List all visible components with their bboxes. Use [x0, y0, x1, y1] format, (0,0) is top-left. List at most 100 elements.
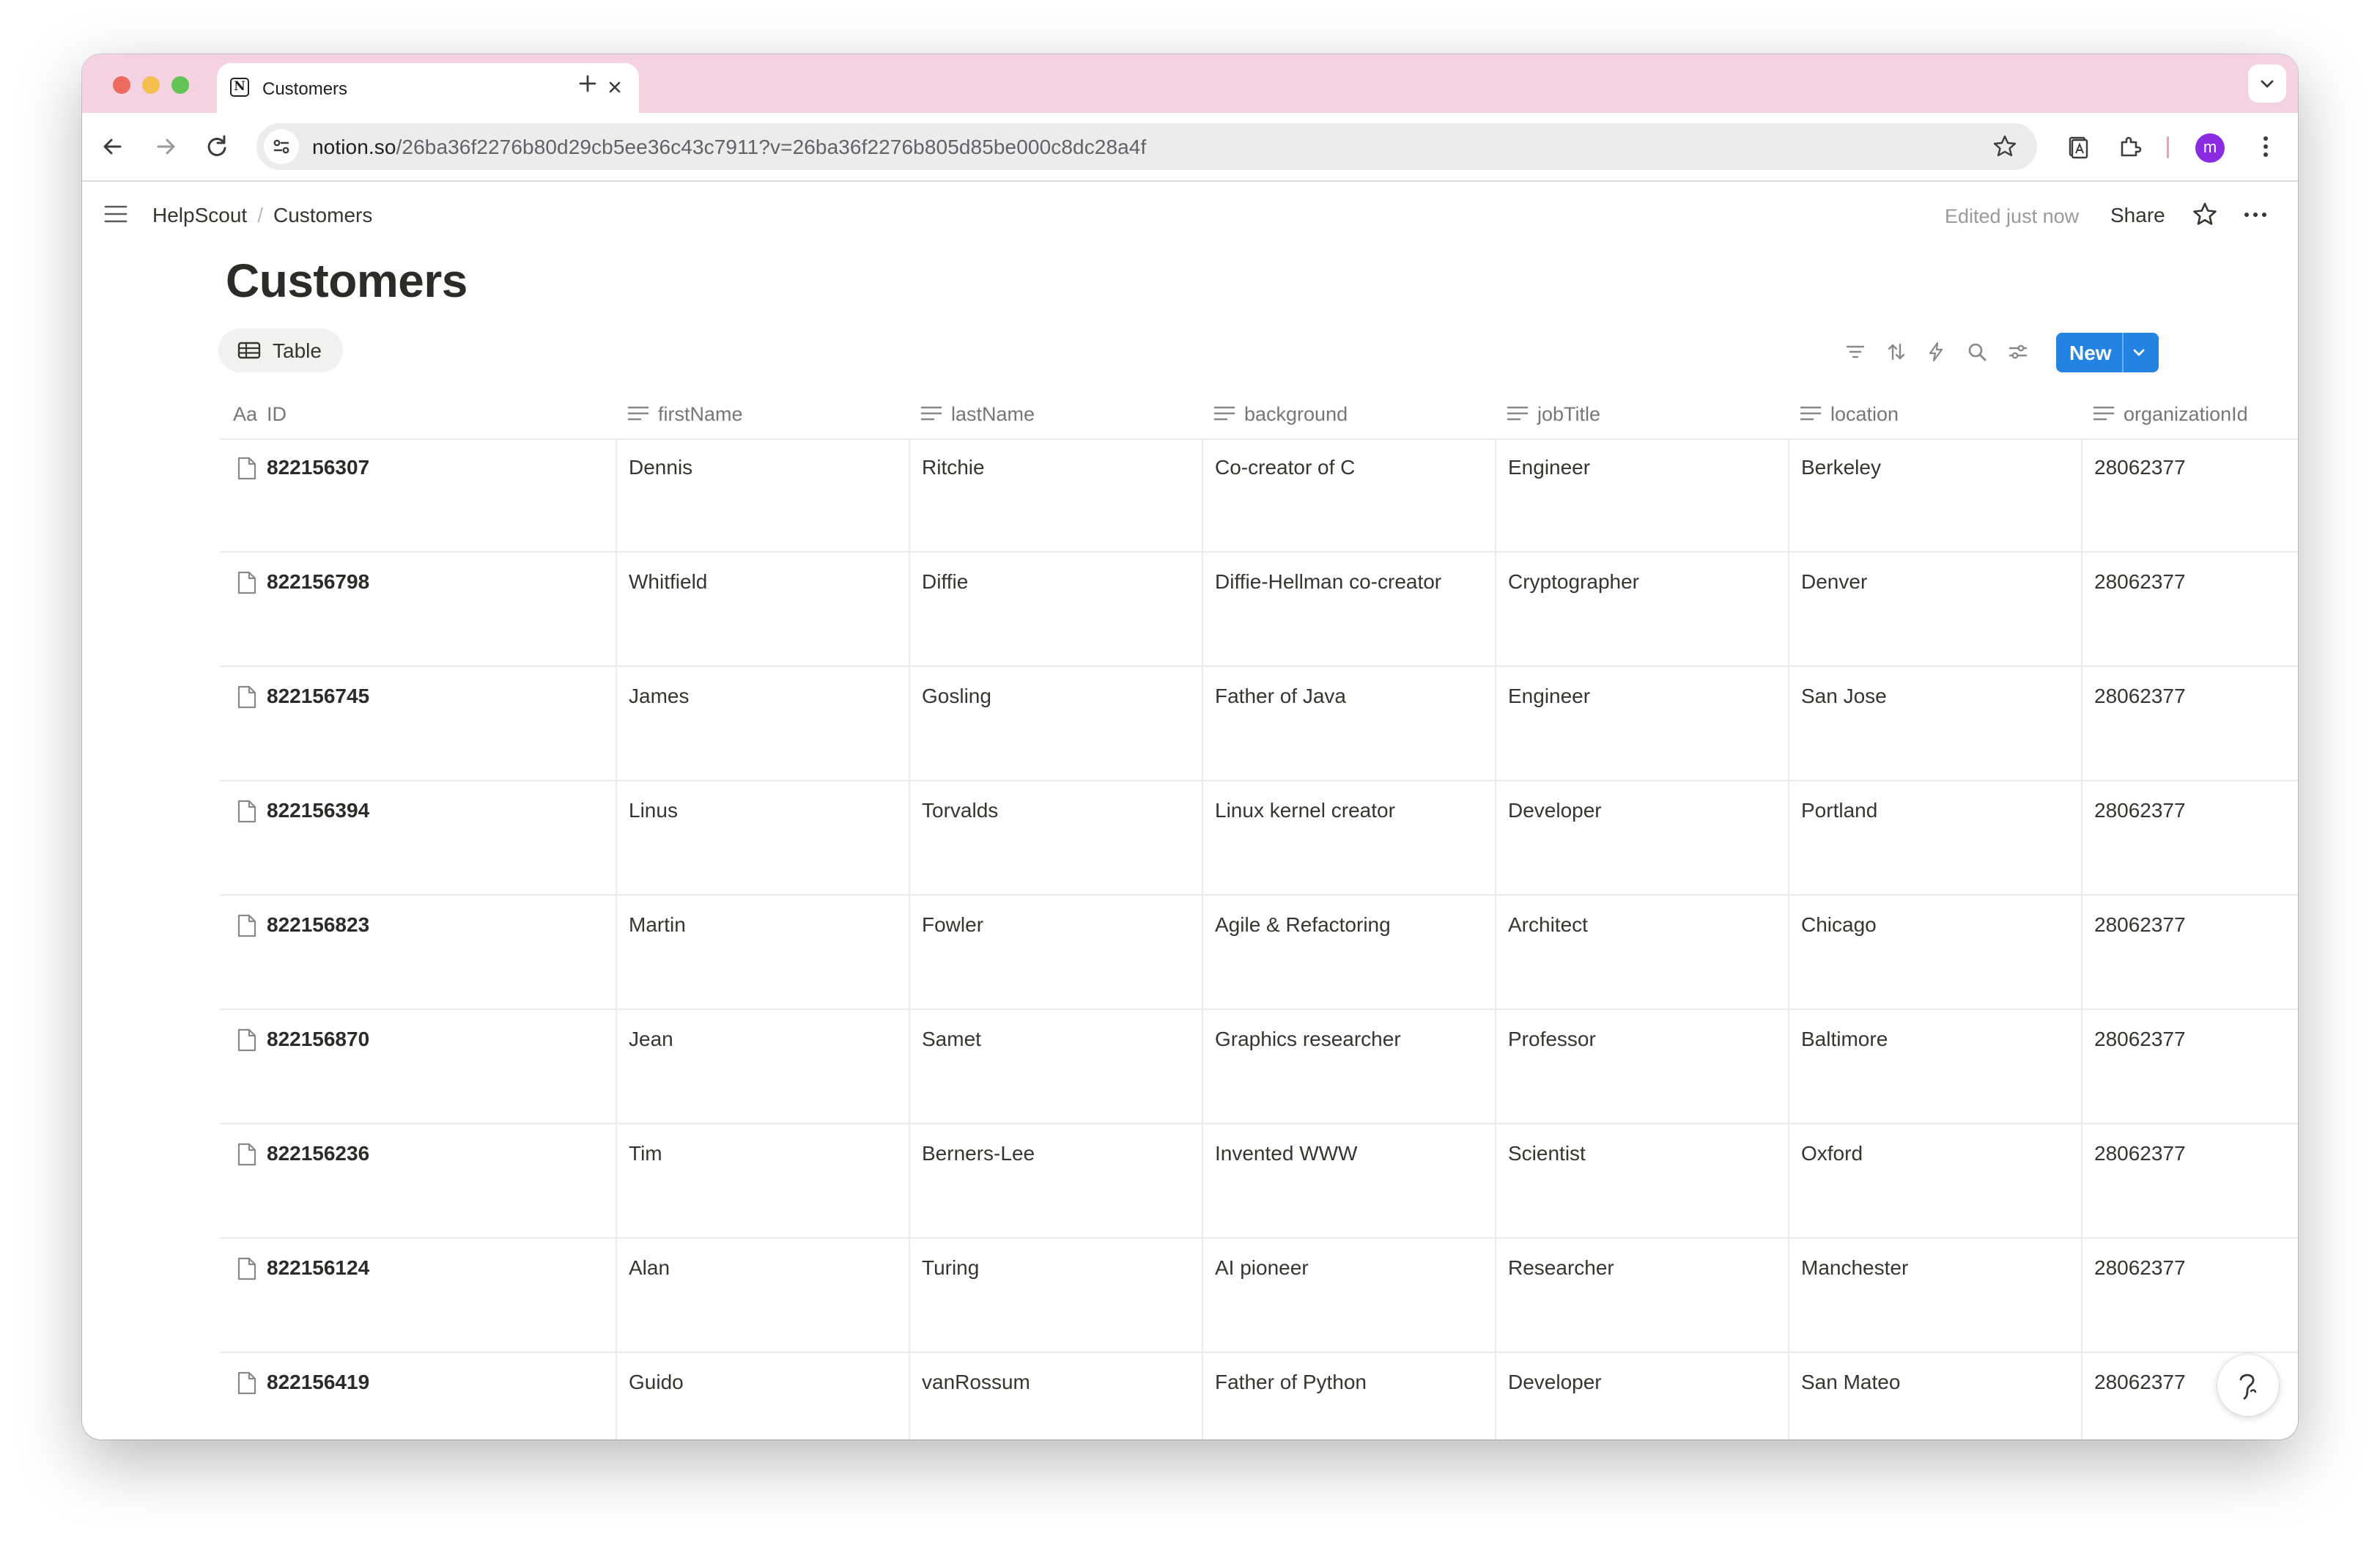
table-row[interactable]: 822156870 Jean Samet Graphics researcher Pro…: [220, 1010, 2298, 1124]
filter-icon[interactable]: [1844, 340, 1867, 364]
table-row[interactable]: 822156124 Alan Turing AI pioneer Researcher M…: [220, 1239, 2298, 1353]
breadcrumb-workspace[interactable]: HelpScout: [152, 204, 247, 226]
column-header-jobtitle[interactable]: jobTitle: [1495, 387, 1788, 438]
cell-firstname[interactable]: Alan: [629, 1256, 670, 1280]
share-button[interactable]: Share: [2110, 204, 2165, 227]
tab-search-button[interactable]: [2248, 64, 2286, 103]
cell-id[interactable]: 822156307: [267, 456, 369, 479]
cell-location[interactable]: Oxford: [1801, 1142, 1863, 1165]
cell-organizationid[interactable]: 28062377: [2094, 1142, 2186, 1165]
cell-lastname[interactable]: Turing: [922, 1256, 979, 1280]
cell-jobtitle[interactable]: Developer: [1508, 799, 1602, 822]
sort-icon[interactable]: [1885, 340, 1908, 364]
bookmark-star-icon[interactable]: [1990, 132, 2019, 161]
cell-lastname[interactable]: Ritchie: [922, 456, 985, 479]
back-arrow-icon[interactable]: [95, 129, 130, 164]
table-row[interactable]: 822156745 James Gosling Father of Java Engin…: [220, 667, 2298, 781]
column-header-background[interactable]: background: [1202, 387, 1495, 438]
search-icon[interactable]: [1965, 340, 1989, 364]
cell-jobtitle[interactable]: Professor: [1508, 1028, 1596, 1051]
cell-background[interactable]: Linux kernel creator: [1215, 799, 1395, 822]
cell-background[interactable]: Co-creator of C: [1215, 456, 1355, 479]
cell-firstname[interactable]: Tim: [629, 1142, 662, 1165]
cell-organizationid[interactable]: 28062377: [2094, 1371, 2186, 1394]
cell-lastname[interactable]: Samet: [922, 1028, 981, 1051]
reload-icon[interactable]: [199, 129, 234, 164]
cell-id[interactable]: 822156870: [267, 1028, 369, 1051]
cell-lastname[interactable]: vanRossum: [922, 1371, 1030, 1394]
cell-lastname[interactable]: Torvalds: [922, 799, 998, 822]
table-row[interactable]: 822156823 Martin Fowler Agile & Refactoring…: [220, 896, 2298, 1010]
cell-jobtitle[interactable]: Engineer: [1508, 685, 1590, 708]
close-icon[interactable]: [602, 75, 627, 100]
column-header-firstname[interactable]: firstName: [616, 387, 909, 438]
cell-location[interactable]: Denver: [1801, 570, 1867, 594]
cell-location[interactable]: San Jose: [1801, 685, 1887, 708]
minimize-window-button[interactable]: [142, 76, 160, 94]
cell-jobtitle[interactable]: Architect: [1508, 913, 1588, 937]
breadcrumb-page[interactable]: Customers: [273, 204, 372, 226]
cell-id[interactable]: 822156419: [267, 1371, 369, 1394]
cell-organizationid[interactable]: 28062377: [2094, 685, 2186, 708]
cell-firstname[interactable]: Jean: [629, 1028, 673, 1051]
address-bar[interactable]: notion.so/26ba36f2276b80d29cb5ee36c43c79…: [256, 123, 2037, 170]
view-tab-table[interactable]: Table: [218, 328, 343, 372]
cell-location[interactable]: Chicago: [1801, 913, 1877, 937]
site-settings-icon[interactable]: [264, 129, 299, 164]
cell-jobtitle[interactable]: Scientist: [1508, 1142, 1586, 1165]
cell-location[interactable]: Portland: [1801, 799, 1877, 822]
table-row[interactable]: 822156307 Dennis Ritchie Co-creator of C Eng…: [220, 438, 2298, 553]
column-header-id[interactable]: Aa ID: [220, 387, 616, 438]
cell-organizationid[interactable]: 28062377: [2094, 1028, 2186, 1051]
cell-location[interactable]: Manchester: [1801, 1256, 1908, 1280]
cell-organizationid[interactable]: 28062377: [2094, 570, 2186, 594]
reading-mode-icon[interactable]: [2061, 129, 2096, 164]
cell-firstname[interactable]: Linus: [629, 799, 678, 822]
cell-jobtitle[interactable]: Cryptographer: [1508, 570, 1639, 594]
extensions-puzzle-icon[interactable]: [2113, 129, 2148, 164]
cell-lastname[interactable]: Diffie: [922, 570, 968, 594]
new-tab-plus-icon[interactable]: [572, 67, 604, 100]
cell-firstname[interactable]: Martin: [629, 913, 686, 937]
cell-background[interactable]: Father of Python: [1215, 1371, 1367, 1394]
cell-organizationid[interactable]: 28062377: [2094, 799, 2186, 822]
column-header-location[interactable]: location: [1788, 387, 2081, 438]
cell-organizationid[interactable]: 28062377: [2094, 1256, 2186, 1280]
chevron-down-icon[interactable]: [2129, 343, 2148, 362]
cell-firstname[interactable]: Whitfield: [629, 570, 707, 594]
cell-background[interactable]: Diffie-Hellman co-creator: [1215, 570, 1441, 594]
forward-arrow-icon[interactable]: [148, 129, 183, 164]
cell-jobtitle[interactable]: Engineer: [1508, 456, 1590, 479]
cell-id[interactable]: 822156798: [267, 570, 369, 594]
table-row[interactable]: 822156798 Whitfield Diffie Diffie-Hellman c…: [220, 553, 2298, 667]
cell-lastname[interactable]: Fowler: [922, 913, 983, 937]
cell-firstname[interactable]: Guido: [629, 1371, 684, 1394]
table-row[interactable]: 822156394 Linus Torvalds Linux kernel creat…: [220, 781, 2298, 896]
close-window-button[interactable]: [113, 76, 130, 94]
cell-background[interactable]: Graphics researcher: [1215, 1028, 1401, 1051]
browser-menu-kebab-icon[interactable]: [2248, 129, 2283, 164]
profile-avatar[interactable]: m: [2195, 133, 2225, 163]
cell-location[interactable]: Berkeley: [1801, 456, 1881, 479]
cell-jobtitle[interactable]: Researcher: [1508, 1256, 1614, 1280]
cell-firstname[interactable]: James: [629, 685, 689, 708]
table-row[interactable]: 822156419 Guido vanRossum Father of Python D…: [220, 1353, 2298, 1440]
table-row[interactable]: 822156236 Tim Berners-Lee Invented WWW Scien…: [220, 1124, 2298, 1239]
cell-jobtitle[interactable]: Developer: [1508, 1371, 1602, 1394]
cell-location[interactable]: Baltimore: [1801, 1028, 1888, 1051]
cell-background[interactable]: Invented WWW: [1215, 1142, 1357, 1165]
settings-sliders-icon[interactable]: [2006, 340, 2030, 364]
cell-lastname[interactable]: Gosling: [922, 685, 991, 708]
cell-id[interactable]: 822156823: [267, 913, 369, 937]
cell-id[interactable]: 822156745: [267, 685, 369, 708]
column-header-organizationid[interactable]: organizationId: [2081, 387, 2298, 438]
cell-id[interactable]: 822156394: [267, 799, 369, 822]
sidebar-menu-icon[interactable]: [101, 199, 130, 229]
help-button[interactable]: [2217, 1354, 2279, 1416]
fullscreen-window-button[interactable]: [171, 76, 189, 94]
cell-location[interactable]: San Mateo: [1801, 1371, 1900, 1394]
more-options-icon[interactable]: [2239, 199, 2272, 230]
automation-lightning-icon[interactable]: [1924, 340, 1948, 364]
favorite-star-icon[interactable]: [2189, 199, 2220, 230]
cell-organizationid[interactable]: 28062377: [2094, 913, 2186, 937]
